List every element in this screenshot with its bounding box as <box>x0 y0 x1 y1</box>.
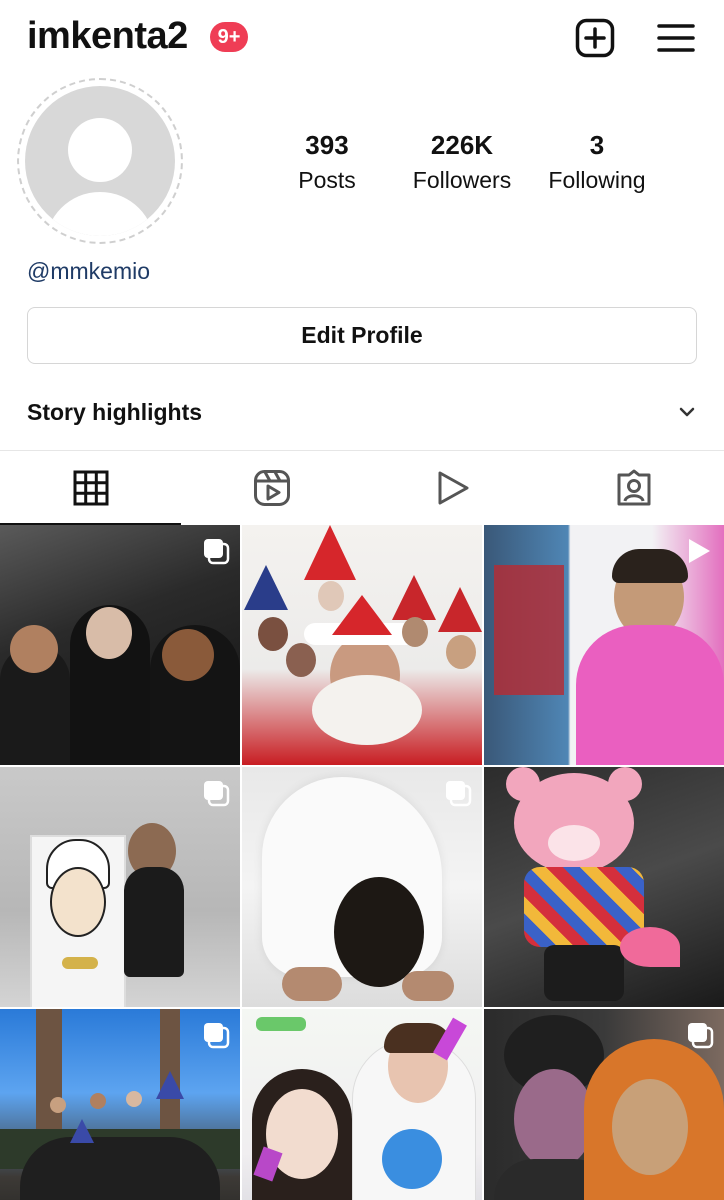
posts-label: Posts <box>298 167 356 193</box>
profile-avatar[interactable] <box>17 78 183 244</box>
following-count: 3 <box>589 130 605 160</box>
grid-post-7[interactable] <box>0 1009 240 1200</box>
tab-reels[interactable] <box>181 451 362 525</box>
avatar-body <box>45 192 155 236</box>
default-avatar-icon <box>25 86 175 236</box>
play-icon <box>438 471 468 505</box>
avatar-head <box>68 118 132 182</box>
reels-icon <box>253 470 290 506</box>
tab-tagged[interactable] <box>543 451 724 525</box>
profile-header: imkenta2 9+ <box>0 0 724 78</box>
followers-count: 226K <box>430 130 494 160</box>
grid-icon <box>73 470 108 506</box>
edit-profile-button[interactable]: Edit Profile <box>27 307 697 364</box>
grid-post-3[interactable] <box>484 525 724 765</box>
stat-posts[interactable]: 393 Posts <box>252 130 402 194</box>
grid-post-8[interactable] <box>242 1009 482 1200</box>
grid-post-4[interactable] <box>0 767 240 1007</box>
tab-videos[interactable] <box>362 451 543 525</box>
followers-label: Followers <box>412 167 512 193</box>
reel-indicator-icon <box>689 539 710 563</box>
hamburger-menu-icon <box>657 24 695 52</box>
stat-following[interactable]: 3 Following <box>522 130 672 194</box>
chevron-down-icon[interactable] <box>677 405 697 419</box>
tagged-user-icon <box>617 469 650 506</box>
grid-post-5[interactable] <box>242 767 482 1007</box>
grid-post-9[interactable] <box>484 1009 724 1200</box>
grid-post-6[interactable] <box>484 767 724 1007</box>
stat-followers[interactable]: 226K Followers <box>387 130 537 194</box>
grid-post-2[interactable] <box>242 525 482 765</box>
grid-post-1[interactable] <box>0 525 240 765</box>
carousel-icon <box>204 1023 230 1049</box>
profile-tabs <box>0 450 724 525</box>
menu-button[interactable] <box>654 16 698 60</box>
posts-grid <box>0 525 724 1200</box>
carousel-icon <box>446 781 472 807</box>
carousel-icon <box>204 781 230 807</box>
story-highlights-row[interactable]: Story highlights <box>27 394 697 430</box>
plus-square-icon <box>575 18 615 58</box>
carousel-icon <box>688 1023 714 1049</box>
profile-handle-link[interactable]: @mmkemio <box>27 258 150 285</box>
carousel-icon <box>204 539 230 565</box>
notification-badge[interactable]: 9+ <box>210 22 248 52</box>
username-title[interactable]: imkenta2 <box>27 15 188 58</box>
posts-count: 393 <box>305 130 349 160</box>
following-label: Following <box>548 167 646 193</box>
new-post-button[interactable] <box>573 16 617 60</box>
story-highlights-title: Story highlights <box>27 398 203 425</box>
tab-posts-grid[interactable] <box>0 451 181 525</box>
